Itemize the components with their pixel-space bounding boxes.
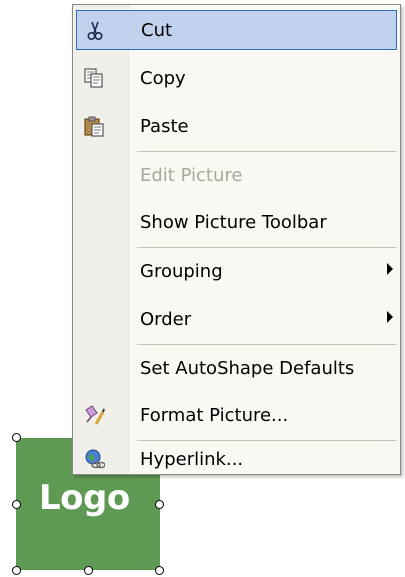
menu-item-set-autoshape-defaults[interactable]: Set AutoShape Defaults — [76, 348, 397, 388]
resize-handle-top-left[interactable] — [12, 433, 21, 442]
menu-item-grouping[interactable]: Grouping — [76, 251, 397, 291]
menu-item-label: Grouping — [140, 260, 223, 282]
menu-item-hyperlink[interactable]: Hyperlink... — [76, 444, 397, 474]
hyperlink-icon — [82, 447, 106, 471]
resize-handle-left-middle[interactable] — [12, 500, 21, 509]
menu-item-label: Show Picture Toolbar — [140, 211, 327, 233]
menu-item-label: Hyperlink... — [140, 448, 244, 470]
submenu-arrow-icon — [387, 263, 393, 275]
submenu-arrow-icon — [387, 311, 393, 323]
menu-separator — [137, 247, 397, 248]
menu-item-paste[interactable]: Paste — [76, 106, 397, 146]
menu-item-show-picture-toolbar[interactable]: Show Picture Toolbar — [76, 202, 397, 242]
menu-item-order[interactable]: Order — [76, 299, 397, 339]
menu-item-label: Format Picture... — [140, 404, 289, 426]
menu-item-label: Cut — [141, 19, 173, 41]
resize-handle-bottom-right[interactable] — [155, 566, 164, 575]
menu-item-format-picture[interactable]: Format Picture... — [76, 395, 397, 435]
paste-icon — [82, 114, 106, 138]
menu-item-label: Order — [140, 308, 192, 330]
copy-icon — [82, 66, 106, 90]
resize-handle-bottom-middle[interactable] — [84, 566, 93, 575]
logo-text: Logo — [39, 478, 130, 518]
menu-separator — [137, 151, 397, 152]
menu-item-label: Copy — [140, 67, 186, 89]
menu-separator — [137, 344, 397, 345]
resize-handle-right-middle[interactable] — [155, 500, 164, 509]
menu-item-label: Edit Picture — [140, 164, 243, 186]
format-picture-icon — [82, 403, 106, 427]
menu-item-cut[interactable]: Cut — [76, 10, 397, 50]
menu-item-copy[interactable]: Copy — [76, 58, 397, 98]
context-menu: Cut Copy Paste Edit Picture Show Picture… — [72, 4, 401, 475]
menu-separator — [137, 440, 397, 441]
menu-item-label: Paste — [140, 115, 189, 137]
scissors-icon — [83, 19, 107, 43]
menu-item-label: Set AutoShape Defaults — [140, 357, 355, 379]
resize-handle-bottom-left[interactable] — [12, 566, 21, 575]
menu-item-edit-picture[interactable]: Edit Picture — [76, 155, 397, 195]
